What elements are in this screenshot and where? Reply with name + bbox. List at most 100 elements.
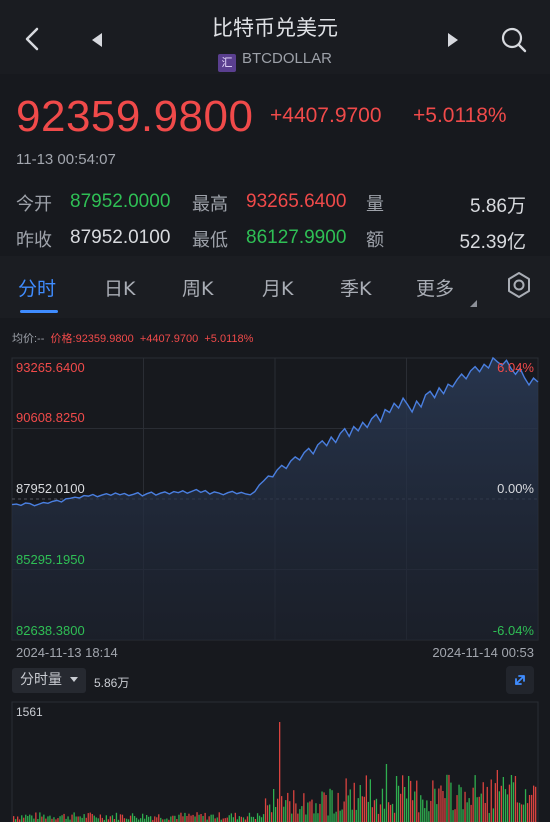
volume-bar [502, 777, 504, 822]
volume-bar [494, 783, 496, 822]
volume-bar [119, 814, 122, 822]
volume-bar [178, 814, 180, 822]
volume-bar [73, 812, 75, 822]
chart-legend: 均价:-- 价格:92359.9800 +4407.9700 +5.0118% [12, 330, 253, 346]
volume-bar [397, 785, 400, 822]
tab-more[interactable]: 更多 [416, 274, 454, 301]
price-chart[interactable] [0, 350, 550, 650]
volume-bar [271, 812, 273, 822]
volume-bar [281, 796, 283, 822]
volume-bar [115, 812, 118, 822]
y-tick-1: 93265.6400 [16, 360, 85, 375]
volume-bar [456, 795, 458, 822]
legend-pct: +5.0118% [204, 333, 254, 345]
y-tick-2: 90608.8250 [16, 410, 85, 425]
volume-bar [531, 794, 533, 822]
volume-bar [349, 789, 351, 822]
volume-bar [196, 812, 198, 822]
volume-max-label: 1561 [16, 705, 43, 719]
volume-bar [200, 814, 202, 822]
volume-bar [186, 816, 188, 822]
volume-bar [321, 791, 323, 822]
volume-bar [166, 818, 168, 822]
volume-bar [361, 796, 363, 822]
open-label: 今开 [16, 194, 52, 215]
volume-bar [238, 816, 240, 822]
volume-bar [101, 817, 103, 822]
next-symbol-icon[interactable] [446, 32, 460, 52]
expand-icon[interactable] [506, 666, 534, 694]
volume-bar [520, 804, 523, 822]
open-value: 87952.0000 [70, 191, 171, 212]
volume-bar [21, 815, 23, 822]
volume-bar [287, 792, 289, 822]
quote-time: 11-13 00:54:07 [16, 151, 116, 168]
volume-bar [180, 812, 182, 822]
volume-bar [512, 782, 515, 822]
volume-bar [402, 775, 404, 822]
volume-total: 5.86万 [94, 676, 130, 690]
pct-tick-mid: 0.00% [497, 481, 534, 496]
volume-bar [93, 815, 95, 822]
active-tab-indicator [20, 310, 58, 313]
volume-bar [504, 789, 507, 822]
volume-bar [373, 800, 376, 822]
volume-bar [262, 814, 265, 822]
legend-change: +4407.9700 [139, 333, 199, 345]
volume-bar [345, 778, 347, 822]
volume-bar [379, 804, 382, 822]
volume-bar [450, 782, 452, 822]
legend-price: 价格:92359.9800 [50, 333, 134, 345]
volume-bar [140, 818, 142, 822]
volume-bar [371, 807, 373, 822]
tab-quarterly-k[interactable]: 季K [340, 274, 371, 301]
volume-bar [430, 800, 432, 822]
volume-bar [476, 797, 478, 822]
volume-bar [410, 780, 412, 822]
volume-bar [327, 815, 329, 822]
tab-weekly-k[interactable]: 周K [182, 274, 213, 301]
volume-bar [63, 813, 65, 822]
tab-monthly-k[interactable]: 月K [262, 274, 293, 301]
volume-bar [214, 818, 216, 822]
volume-bar [87, 813, 89, 822]
volume-bar [432, 780, 434, 822]
volume-type-select[interactable]: 分时量 [12, 668, 87, 693]
volume-bar [359, 785, 361, 822]
search-icon[interactable] [500, 26, 528, 58]
volume-bar [45, 818, 47, 822]
volume-bar [446, 774, 448, 822]
volume-bar [418, 812, 420, 822]
volume-bar [210, 814, 212, 822]
volume-bar [490, 779, 492, 822]
volume-bar [266, 805, 269, 822]
tab-daily-k[interactable]: 日K [104, 274, 135, 301]
volume-bar [460, 787, 462, 822]
volume-chart[interactable] [0, 700, 550, 822]
volume-bar [240, 816, 242, 822]
volume-bar [95, 817, 97, 822]
volume-bar [264, 798, 267, 822]
high-label: 最高 [192, 194, 228, 215]
high-value: 93265.6400 [246, 191, 347, 212]
volume-bar [381, 788, 384, 822]
settings-icon[interactable] [502, 268, 536, 306]
volume-bar [500, 785, 502, 822]
volume-bar [444, 798, 446, 822]
volume-bar [305, 814, 307, 822]
volume-bar [230, 813, 232, 822]
forex-badge: 汇 [217, 54, 236, 72]
tab-intraday[interactable]: 分时 [18, 274, 56, 301]
volume-bar [470, 804, 472, 822]
volume-bar [160, 817, 162, 822]
volume-bar [256, 813, 259, 822]
volume-bar [275, 807, 277, 822]
volume-bar [522, 804, 525, 822]
volume-bar [482, 782, 484, 822]
x-end-time: 2024-11-14 00:53 [432, 645, 534, 660]
price-change-pct: +5.0118% [413, 104, 507, 127]
volume-bar [307, 802, 309, 822]
volume-bar [258, 815, 261, 822]
volume-bar [498, 791, 500, 822]
last-price: 92359.9800 [16, 92, 254, 141]
